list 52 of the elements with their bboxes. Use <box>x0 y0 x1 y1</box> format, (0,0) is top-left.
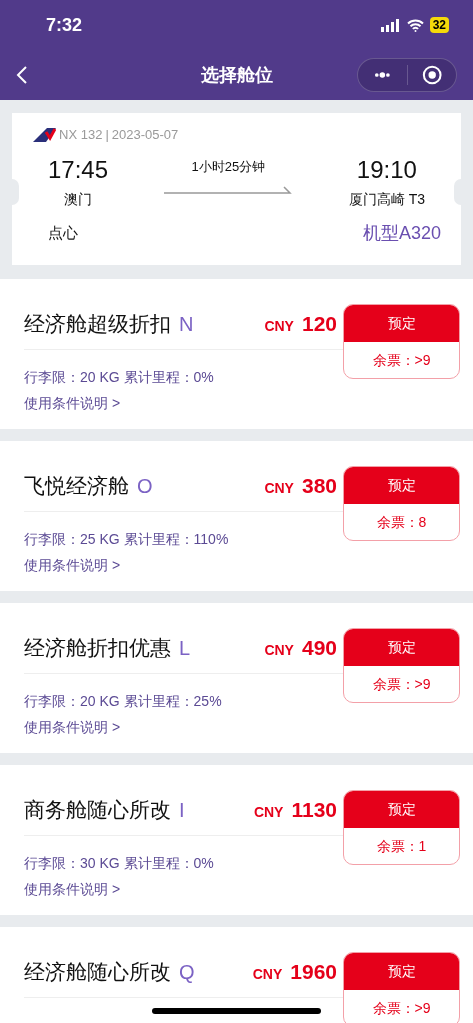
departure-time: 17:45 <box>48 154 109 185</box>
flight-date: 2023-05-07 <box>111 126 179 144</box>
fare-name: 经济舱折扣优惠 <box>24 635 171 661</box>
close-target-icon[interactable] <box>421 64 442 86</box>
fare-price: 380 <box>301 473 337 499</box>
currency: CNY <box>264 479 294 498</box>
flight-duration: 1小时25分钟 <box>191 157 266 176</box>
terms-link[interactable]: 使用条件说明 > <box>24 718 121 736</box>
page-title: 选择舱位 <box>199 63 274 87</box>
baggage-mileage-info: 行李限：30 KG 累计里程：0% <box>24 854 215 872</box>
fare-class-code: L <box>179 636 191 661</box>
departure-city: 澳门 <box>64 189 93 209</box>
book-button[interactable]: 预定 余票：>9 <box>343 952 460 1023</box>
terms-link[interactable]: 使用条件说明 > <box>24 880 121 898</box>
fare-price: 1130 <box>291 797 337 823</box>
baggage-mileage-info: 行李限：20 KG 累计里程：0% <box>24 368 215 386</box>
battery-level: 32 <box>429 17 449 33</box>
wifi-icon <box>406 18 424 32</box>
separator: | <box>105 126 109 144</box>
airline-logo-icon <box>33 127 56 142</box>
fare-price: 120 <box>301 311 337 337</box>
baggage-mileage-info: 行李限：20 KG 累计里程：25% <box>24 692 223 710</box>
back-icon[interactable] <box>16 65 28 85</box>
fare-name: 经济舱随心所改 <box>24 959 171 985</box>
meal-info: 点心 <box>48 222 78 243</box>
arrival-time: 19:10 <box>356 154 417 185</box>
currency: CNY <box>264 641 294 660</box>
arrival-airport: 厦门高崎 T3 <box>348 189 425 209</box>
fare-class-code: O <box>137 474 153 499</box>
fare-class-code: N <box>179 312 194 337</box>
fare-price: 1960 <box>290 959 337 985</box>
terms-link[interactable]: 使用条件说明 > <box>24 394 121 412</box>
currency: CNY <box>253 803 284 822</box>
book-button[interactable]: 预定 余票：1 <box>343 790 460 865</box>
baggage-mileage-info: 行李限：25 KG 累计里程：110% <box>24 530 230 548</box>
fare-name: 商务舱随心所改 <box>24 797 171 823</box>
more-icon[interactable] <box>374 72 391 78</box>
fare-price: 490 <box>301 635 337 661</box>
book-button[interactable]: 预定 余票：>9 <box>343 304 460 379</box>
fare-name: 经济舱超级折扣 <box>24 311 171 337</box>
fare-name: 飞悦经济舱 <box>24 473 129 499</box>
book-button[interactable]: 预定 余票：>9 <box>343 628 460 703</box>
signal-icon <box>380 18 401 32</box>
aircraft-type: 机型A320 <box>362 221 441 245</box>
book-button[interactable]: 预定 余票：8 <box>343 466 460 541</box>
terms-link[interactable]: 使用条件说明 > <box>24 556 121 574</box>
status-time: 7:32 <box>46 13 83 37</box>
fare-class-code: Q <box>179 960 195 985</box>
flight-number: NX 132 <box>59 126 103 144</box>
currency: CNY <box>264 317 294 336</box>
fare-class-code: I <box>179 798 185 823</box>
currency: CNY <box>252 965 283 984</box>
